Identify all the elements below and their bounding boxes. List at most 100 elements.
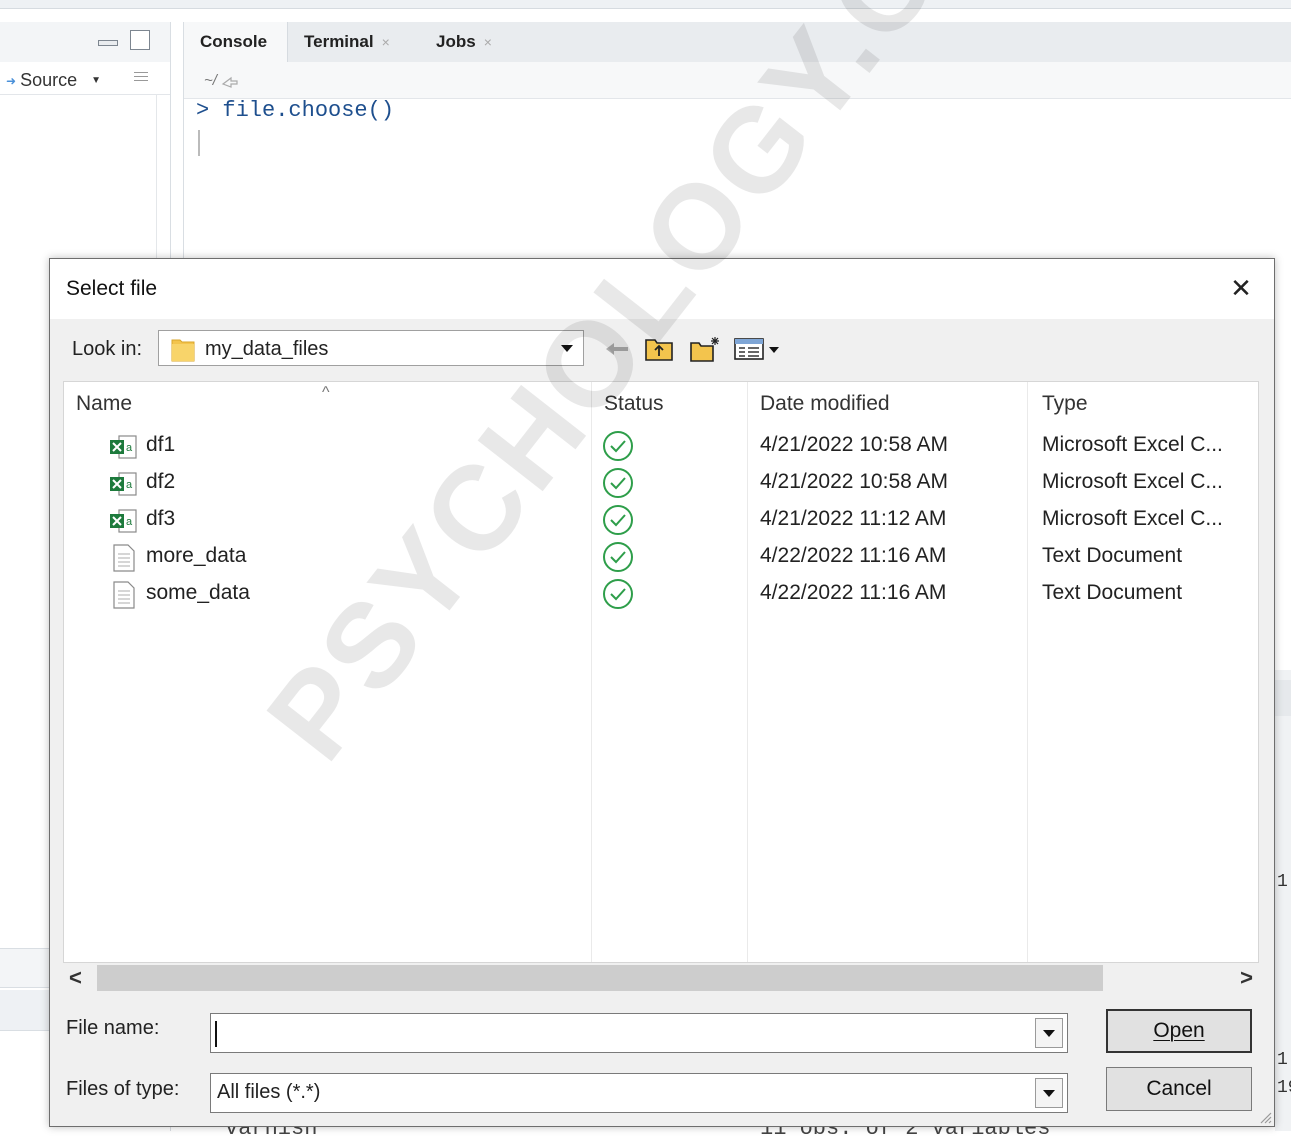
file-name-input[interactable] (215, 1018, 1029, 1050)
look-in-dropdown-icon[interactable] (553, 333, 581, 363)
edge-text: 1 (1277, 1050, 1288, 1070)
sync-status-icon (603, 468, 633, 498)
env-pane-toolbar (0, 990, 52, 1031)
sync-status-icon (603, 505, 633, 535)
cancel-button-label: Cancel (1146, 1077, 1212, 1100)
file-list[interactable]: ^ Name Status Date modified Type a df1 4… (63, 381, 1259, 963)
console-cursor[interactable] (198, 130, 200, 156)
file-name-dropdown-icon[interactable] (1035, 1018, 1063, 1048)
file-name: df2 (146, 470, 176, 493)
look-in-combobox[interactable]: my_data_files (158, 330, 584, 366)
sync-status-icon (603, 542, 633, 572)
text-file-icon (113, 544, 135, 572)
source-button-label: Source (20, 70, 78, 90)
tab-jobs[interactable]: Jobs × (420, 22, 516, 62)
look-in-value: my_data_files (205, 338, 329, 360)
working-directory[interactable]: ~/ (204, 72, 239, 89)
file-type: Text Document (1042, 581, 1183, 604)
column-header-name[interactable]: Name (76, 392, 132, 416)
file-date: 4/21/2022 10:58 AM (760, 470, 948, 493)
goto-directory-icon[interactable] (221, 74, 239, 88)
console-command: file.choose() (222, 98, 395, 123)
file-row-df1[interactable]: a df1 4/21/2022 10:58 AM Microsoft Excel… (64, 429, 1260, 465)
back-icon[interactable] (600, 333, 634, 365)
horizontal-scrollbar[interactable]: < > (63, 963, 1259, 995)
new-folder-icon[interactable] (687, 333, 723, 365)
file-name-label: File name: (66, 1017, 160, 1039)
file-name: more_data (146, 544, 247, 567)
file-date: 4/21/2022 11:12 AM (760, 507, 947, 530)
text-file-icon (113, 581, 135, 609)
maximize-pane-icon[interactable] (130, 30, 150, 50)
console-tabbar: Console Terminal × Jobs × (184, 22, 1291, 63)
file-type: Microsoft Excel C... (1042, 507, 1223, 530)
scrollbar-thumb[interactable] (97, 965, 1103, 991)
console-pane: Console Terminal × Jobs × ~/ > file.choo… (183, 22, 1291, 262)
file-row-more-data[interactable]: more_data 4/22/2022 11:16 AM Text Docume… (64, 540, 1260, 576)
tab-terminal-label: Terminal (304, 32, 374, 51)
files-of-type-dropdown-icon[interactable] (1035, 1078, 1063, 1108)
scroll-left-icon[interactable]: < (69, 965, 82, 991)
text-cursor (215, 1021, 217, 1047)
sync-status-icon (603, 579, 633, 609)
dialog-title: Select file (66, 277, 158, 300)
column-header-status[interactable]: Status (604, 392, 664, 416)
minimize-pane-icon[interactable] (98, 34, 118, 48)
cancel-button[interactable]: Cancel (1106, 1067, 1252, 1111)
svg-text:a: a (126, 442, 133, 454)
edge-text: 1 (1277, 872, 1288, 892)
svg-text:a: a (126, 516, 133, 528)
close-dialog-button[interactable]: ✕ (1226, 273, 1256, 303)
files-of-type-value: All files (*.*) (217, 1081, 321, 1103)
open-button[interactable]: Open (1106, 1009, 1252, 1053)
edge-text: 19 (1277, 1078, 1291, 1098)
console-prompt: > (196, 98, 210, 123)
excel-file-icon: a (110, 435, 137, 459)
up-folder-icon[interactable] (642, 333, 676, 365)
resize-grip-icon[interactable] (1258, 1110, 1272, 1124)
source-dropdown-icon[interactable]: ▼ (91, 75, 101, 86)
source-toolbar: ➜ Source ▼ (0, 62, 170, 95)
file-date: 4/21/2022 10:58 AM (760, 433, 948, 456)
column-header-type[interactable]: Type (1042, 392, 1088, 416)
rstudio-top-border (0, 0, 1291, 9)
file-type: Text Document (1042, 544, 1183, 567)
files-of-type-label: Files of type: (66, 1078, 180, 1100)
tab-terminal[interactable]: Terminal × (288, 22, 420, 62)
sync-status-icon (603, 431, 633, 461)
tab-console-label: Console (200, 32, 268, 51)
scroll-right-icon[interactable]: > (1240, 965, 1253, 991)
svg-text:a: a (126, 479, 133, 491)
folder-icon (171, 339, 195, 362)
source-arrow-icon: ➜ (6, 73, 17, 88)
source-button[interactable]: ➜ Source ▼ (6, 70, 101, 91)
file-type: Microsoft Excel C... (1042, 470, 1223, 493)
view-menu-icon[interactable] (732, 333, 782, 365)
look-in-label: Look in: (72, 338, 143, 360)
outline-icon[interactable] (134, 72, 148, 84)
tab-console[interactable]: Console (184, 22, 288, 62)
close-jobs-icon[interactable]: × (484, 34, 492, 50)
dialog-titlebar: Select file ✕ (50, 259, 1274, 319)
sort-ascending-icon: ^ (322, 384, 330, 401)
source-pane-header (0, 22, 170, 63)
select-file-dialog: Select file ✕ Look in: my_data_files ^ N… (49, 258, 1275, 1127)
file-row-some-data[interactable]: some_data 4/22/2022 11:16 AM Text Docume… (64, 577, 1260, 613)
file-date: 4/22/2022 11:16 AM (760, 544, 947, 567)
file-row-df3[interactable]: a df3 4/21/2022 11:12 AM Microsoft Excel… (64, 503, 1260, 539)
tab-jobs-label: Jobs (436, 32, 476, 51)
open-button-label: Open (1153, 1019, 1205, 1042)
file-type: Microsoft Excel C... (1042, 433, 1223, 456)
column-header-date[interactable]: Date modified (760, 392, 890, 416)
env-pane-header (0, 948, 52, 988)
files-of-type-combobox[interactable]: All files (*.*) (210, 1073, 1068, 1113)
file-name: df3 (146, 507, 176, 530)
file-name: some_data (146, 581, 250, 604)
file-date: 4/22/2022 11:16 AM (760, 581, 947, 604)
file-name-combobox[interactable] (210, 1013, 1068, 1053)
console-path-bar: ~/ (184, 62, 1291, 99)
file-row-df2[interactable]: a df2 4/21/2022 10:58 AM Microsoft Excel… (64, 466, 1260, 502)
excel-file-icon: a (110, 509, 137, 533)
excel-file-icon: a (110, 472, 137, 496)
close-terminal-icon[interactable]: × (382, 34, 390, 50)
